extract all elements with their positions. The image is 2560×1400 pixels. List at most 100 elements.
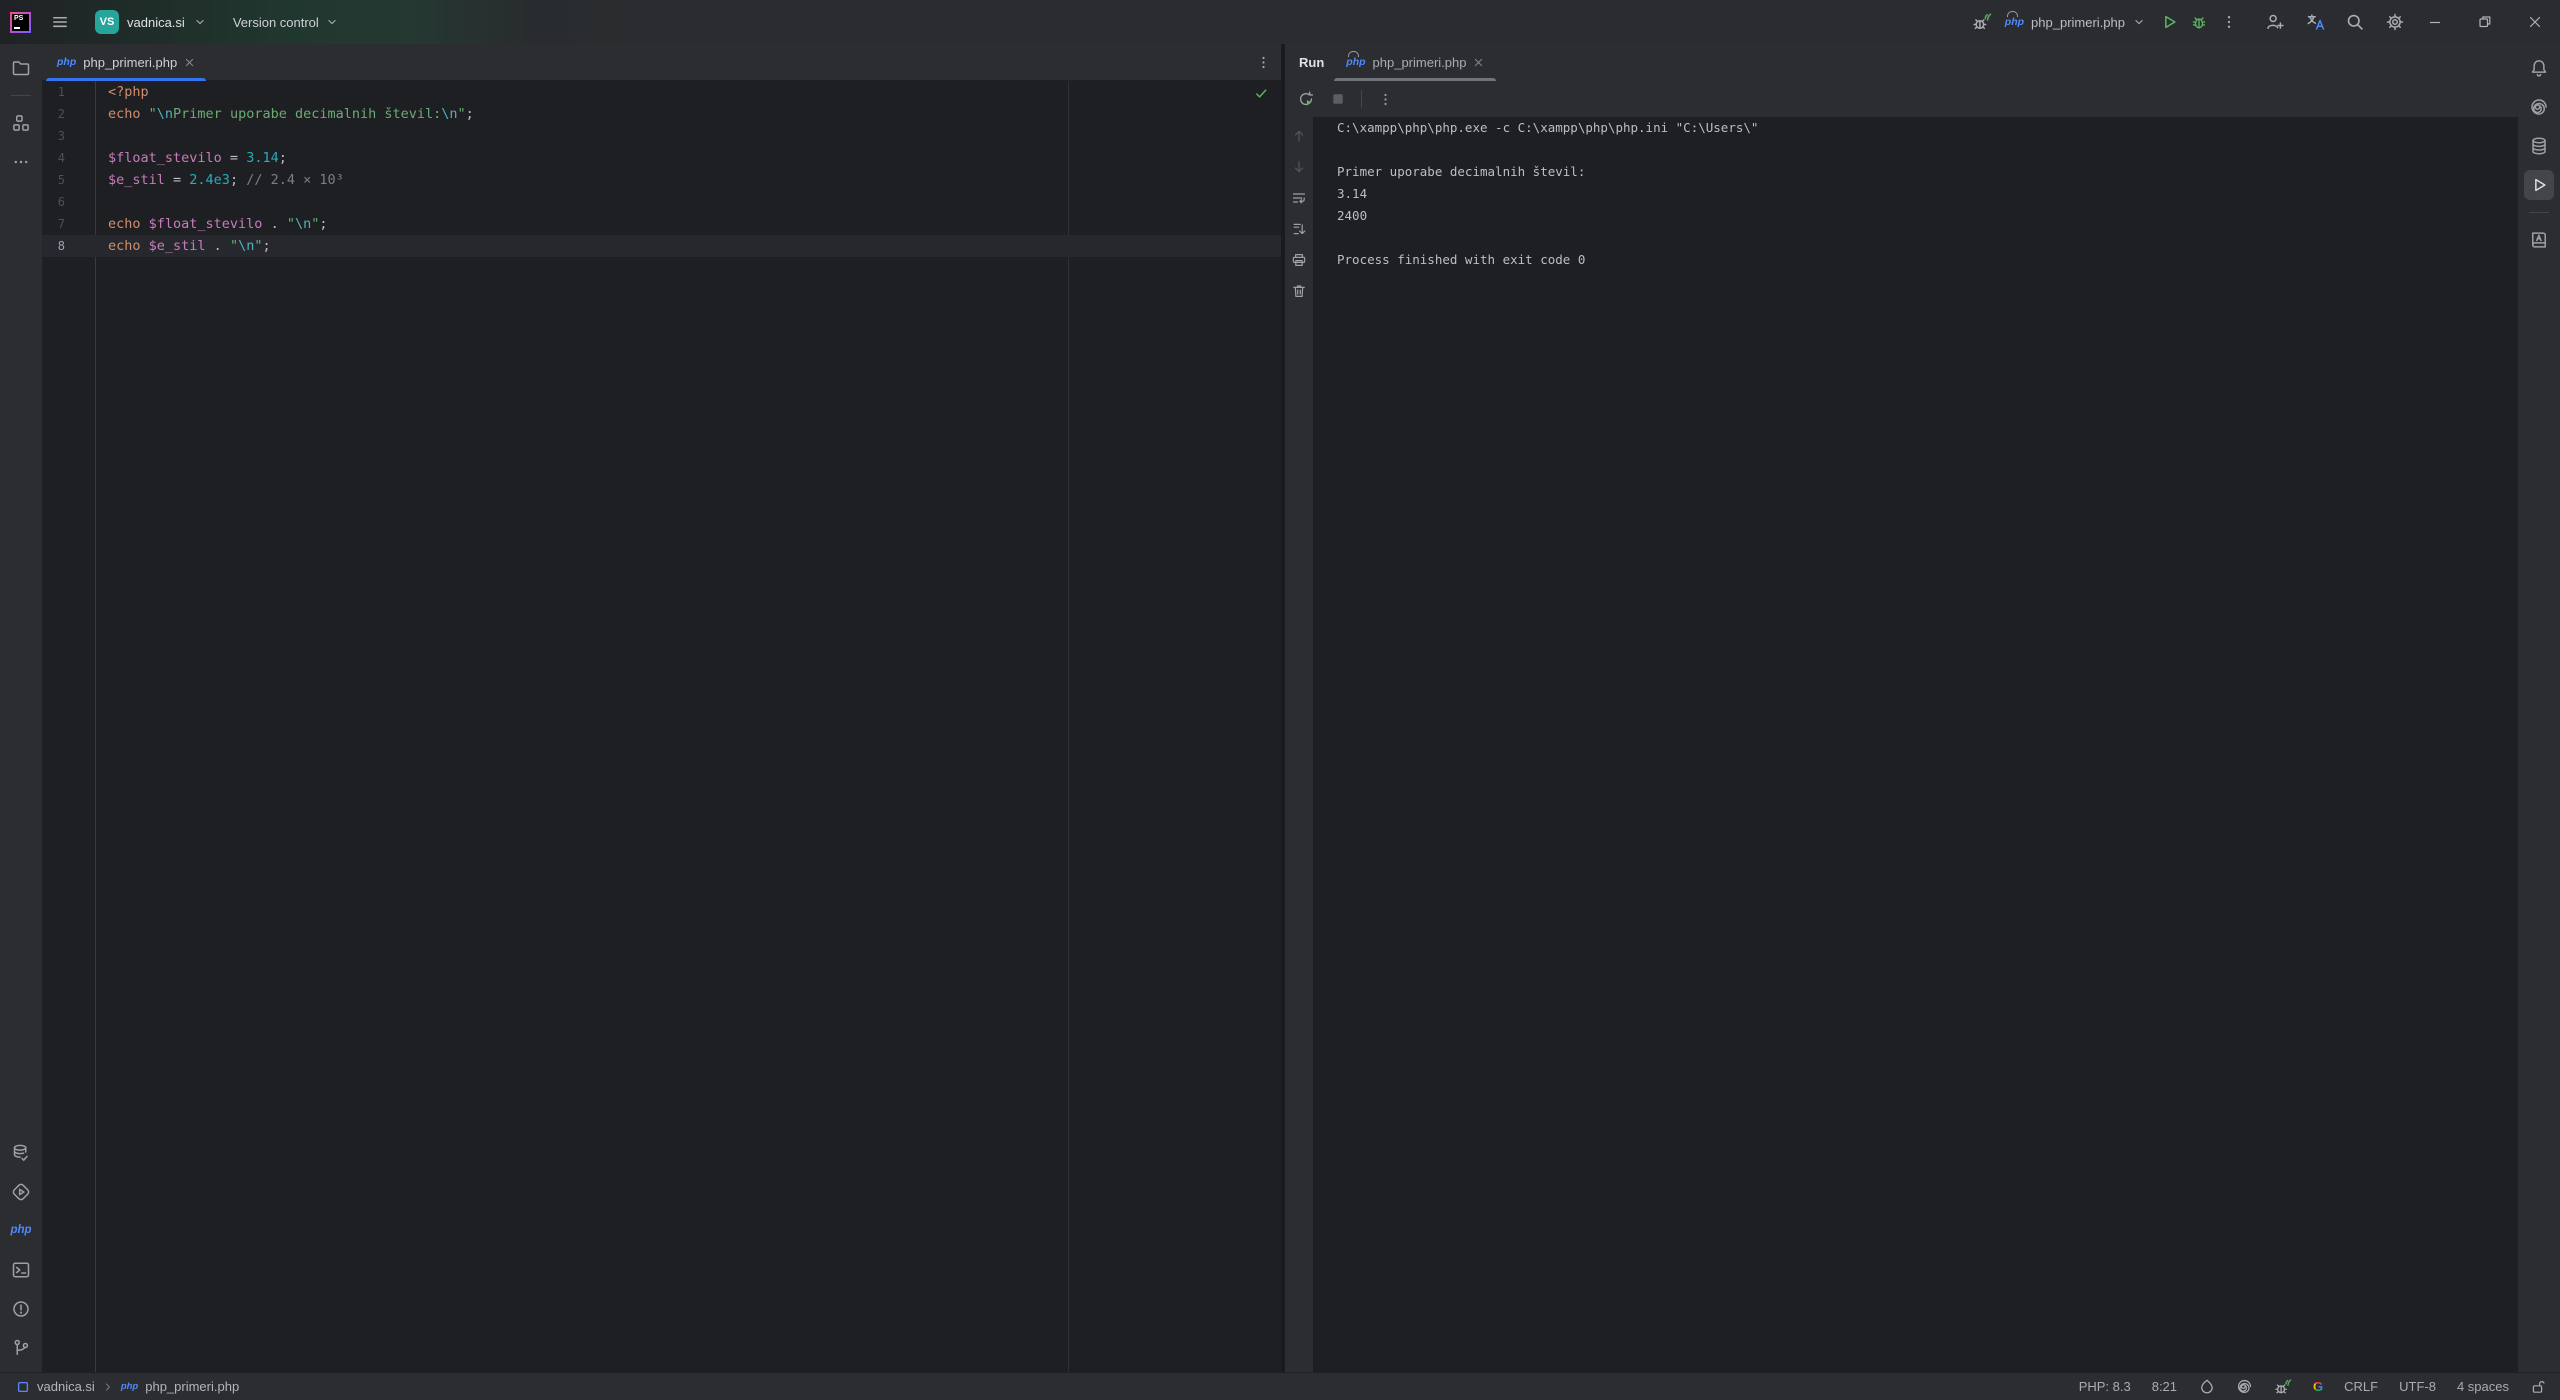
line-number: 3: [57, 129, 65, 143]
version-control-widget[interactable]: Version control: [227, 12, 345, 33]
editor-pane: php php_primeri.php 1 <?php 2 echo "\nPrime…: [42, 44, 1281, 1372]
editor-tab-options-button[interactable]: [1256, 55, 1271, 70]
terminal-tool-button[interactable]: [6, 1255, 36, 1285]
google-widget[interactable]: G: [2313, 1379, 2323, 1394]
soft-wrap-icon: [1291, 190, 1307, 206]
kebab-icon: [2221, 14, 2237, 30]
console-toolbar: [1285, 117, 1313, 1372]
rail-divider: [2529, 212, 2549, 213]
breadcrumb-project[interactable]: vadnica.si: [37, 1379, 95, 1394]
stop-button[interactable]: [1325, 86, 1351, 112]
php-version-widget[interactable]: PHP: 8.3: [2079, 1379, 2131, 1394]
project-tool-button[interactable]: [6, 53, 36, 83]
indent-widget[interactable]: 4 spaces: [2457, 1379, 2509, 1394]
php-run-config-icon: php: [1346, 51, 1366, 69]
settings-button[interactable]: [2380, 7, 2410, 37]
structure-tool-button[interactable]: [6, 108, 36, 138]
debug-button[interactable]: [2184, 7, 2214, 37]
code-line[interactable]: 2 echo "\nPrimer uporabe decimalnih števi…: [42, 103, 1281, 125]
documentation-button[interactable]: [2524, 225, 2554, 255]
clear-console-button[interactable]: [1288, 280, 1310, 302]
droplet-icon: [2198, 1378, 2215, 1395]
ai-status-widget[interactable]: [2236, 1378, 2253, 1395]
statusbar: vadnica.si php php_primeri.php PHP: 8.3 …: [0, 1372, 2560, 1400]
restore-button[interactable]: [2460, 0, 2510, 44]
main-menu-button[interactable]: [45, 7, 75, 37]
line-number: 5: [57, 173, 65, 187]
kebab-icon: [1378, 92, 1393, 107]
git-tool-button[interactable]: [6, 1333, 36, 1363]
problems-tool-button[interactable]: [6, 1294, 36, 1324]
code-line[interactable]: 8 echo $e_stil . "\n";: [42, 235, 1281, 257]
code-line[interactable]: 3: [42, 125, 1281, 147]
code-line[interactable]: 4 $float_stevilo = 3.14;: [42, 147, 1281, 169]
file-lock-widget[interactable]: [2530, 1379, 2546, 1395]
google-g-icon: G: [2313, 1379, 2324, 1394]
restore-icon: [2477, 14, 2493, 30]
run-panel-button[interactable]: [2524, 170, 2554, 200]
encoding-widget[interactable]: UTF-8: [2399, 1379, 2436, 1394]
code-text: $float_stevilo = 3.14;: [108, 150, 287, 166]
run-button[interactable]: [2154, 7, 2184, 37]
editor-tab-php-primeri[interactable]: php php_primeri.php: [46, 44, 207, 81]
code-line[interactable]: 7 echo $float_stevilo . "\n";: [42, 213, 1281, 235]
code-with-me-button[interactable]: [2260, 7, 2290, 37]
run-tab-php-primeri[interactable]: php php_primeri.php: [1334, 44, 1497, 81]
prev-occurrence-button[interactable]: [1288, 125, 1310, 147]
close-button[interactable]: [2510, 0, 2560, 44]
translate-button[interactable]: [2300, 7, 2330, 37]
console-line: 2400: [1337, 208, 1368, 223]
search-everywhere-button[interactable]: [2340, 7, 2370, 37]
more-tool-windows-button[interactable]: [6, 147, 36, 177]
soft-wrap-button[interactable]: [1288, 187, 1310, 209]
notifications-button[interactable]: [2524, 53, 2554, 83]
rail-divider: [11, 95, 31, 96]
chevron-down-icon: [193, 15, 207, 29]
line-number: 2: [57, 107, 65, 121]
run-configuration-selector[interactable]: php php_primeri.php: [1997, 11, 2154, 30]
minimize-button[interactable]: [2410, 0, 2460, 44]
caret-position-widget[interactable]: 8:21: [2152, 1379, 2177, 1394]
scroll-to-end-button[interactable]: [1288, 218, 1310, 240]
line-number: 1: [57, 85, 65, 99]
code-line[interactable]: 1 <?php: [42, 81, 1281, 103]
debug-listener-button[interactable]: [1967, 7, 1997, 37]
database-tool-button[interactable]: [6, 1138, 36, 1168]
gear-icon: [2385, 12, 2405, 32]
print-button[interactable]: [1288, 249, 1310, 271]
run-more-options-button[interactable]: [1372, 86, 1398, 112]
database-panel-button[interactable]: [2524, 131, 2554, 161]
next-occurrence-button[interactable]: [1288, 156, 1310, 178]
kebab-icon: [1256, 55, 1271, 70]
line-number: 7: [57, 217, 65, 231]
rerun-button[interactable]: [1293, 86, 1319, 112]
inspections-ok-check-icon[interactable]: [1254, 86, 1269, 101]
add-user-icon: [2265, 12, 2285, 32]
php-console-tool-button[interactable]: php: [6, 1216, 36, 1246]
breadcrumb-file[interactable]: php_primeri.php: [145, 1379, 239, 1394]
tab-close-icon[interactable]: [184, 57, 195, 68]
services-tool-button[interactable]: [6, 1177, 36, 1207]
chevron-down-icon: [325, 15, 339, 29]
code-line[interactable]: 5 $e_stil = 2.4e3; // 2.4 × 10³: [42, 169, 1281, 191]
code-line[interactable]: 6: [42, 191, 1281, 213]
chevron-right-icon: [102, 1381, 114, 1393]
database-icon: [2529, 136, 2549, 156]
code-text: $e_stil = 2.4e3; // 2.4 × 10³: [108, 172, 344, 188]
ai-assistant-button[interactable]: [2524, 92, 2554, 122]
more-actions-button[interactable]: [2214, 7, 2244, 37]
debug-listener-widget[interactable]: [2274, 1378, 2292, 1396]
line-separator-widget[interactable]: CRLF: [2344, 1379, 2378, 1394]
folder-icon: [11, 58, 31, 78]
phpstorm-window: PS VS vadnica.si Version control php php…: [0, 0, 2560, 1400]
console-output[interactable]: C:\xampp\php\php.exe -c C:\xampp\php\php…: [1313, 117, 2518, 1372]
run-tab-close-icon[interactable]: [1473, 57, 1484, 68]
code-editor[interactable]: 1 <?php 2 echo "\nPrimer uporabe decimalnih…: [42, 81, 1281, 1372]
php-file-icon: php: [57, 55, 77, 68]
code-text: echo "\nPrimer uporabe decimalnih števil…: [108, 106, 474, 122]
printer-icon: [1291, 252, 1307, 268]
inspection-highlight-widget[interactable]: [2198, 1378, 2215, 1395]
project-widget[interactable]: VS vadnica.si: [89, 7, 213, 37]
